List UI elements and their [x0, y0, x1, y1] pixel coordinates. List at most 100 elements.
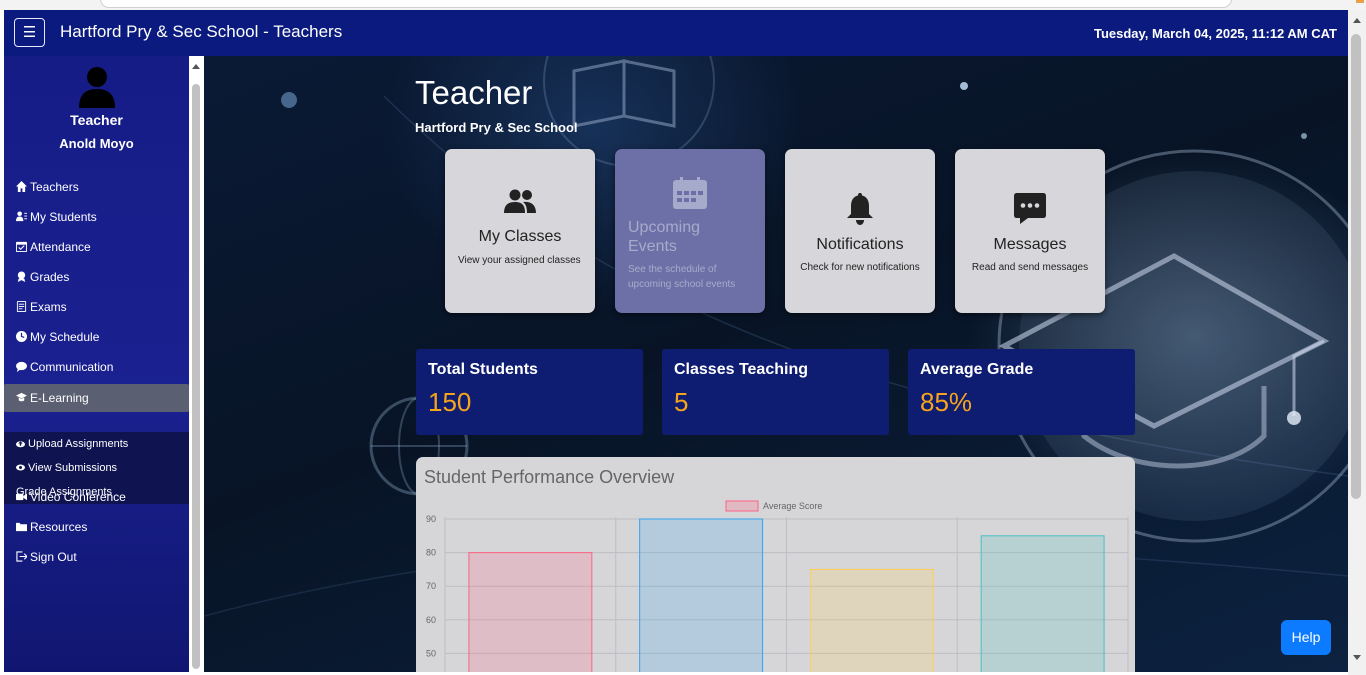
user-name: Anold Moyo [59, 136, 134, 151]
stat-label: Classes Teaching [674, 361, 808, 378]
folder-icon [16, 522, 27, 532]
card-title: Messages [993, 236, 1067, 253]
y-tick-label: 60 [426, 615, 436, 625]
legend-swatch [725, 500, 759, 512]
app-window: ☰ Hartford Pry & Sec School - Teachers T… [4, 10, 1348, 672]
sidebar-item-label: Teachers [30, 180, 79, 194]
scroll-up-arrow-icon[interactable] [192, 64, 200, 69]
hamburger-icon: ☰ [22, 24, 37, 41]
sidebar-item-attendance[interactable]: Attendance [4, 233, 189, 261]
sidebar: Teacher Anold Moyo Teachers My Students … [4, 56, 189, 672]
upload-cloud-icon [16, 441, 25, 448]
award-icon [17, 271, 26, 282]
card-description: Check for new notifications [800, 262, 920, 273]
sidebar-item-my-schedule[interactable]: My Schedule [4, 323, 189, 351]
bell-icon [785, 193, 935, 230]
stat-value: 85% [920, 387, 973, 417]
graduation-cap-icon [16, 392, 27, 402]
sign-out-icon [16, 551, 28, 562]
card-messages[interactable]: Messages Read and send messages [955, 149, 1105, 313]
legend-label: Average Score [763, 501, 822, 511]
card-title: My Classes [478, 228, 562, 245]
stat-average-grade: Average Grade 85% [908, 349, 1135, 435]
card-title: Notifications [816, 236, 904, 253]
chart-bar [468, 552, 593, 672]
submenu-view-submissions[interactable]: View Submissions [16, 462, 117, 474]
stat-classes-teaching: Classes Teaching 5 [662, 349, 889, 435]
sidebar-item-e-learning[interactable]: E-Learning [4, 384, 189, 412]
card-title: Upcoming Events [628, 219, 701, 255]
performance-chart: Average Score 90 80 70 60 50 [426, 500, 1129, 672]
chart-bar [809, 568, 934, 672]
sidebar-item-label: My Schedule [30, 330, 100, 344]
users-icon [16, 211, 27, 222]
current-datetime: Tuesday, March 04, 2025, 11:12 AM CAT [1093, 26, 1337, 41]
main-content: Teacher Hartford Pry & Sec School My Cla… [204, 56, 1348, 672]
sidebar-item-label: Attendance [30, 240, 91, 254]
file-icon [16, 301, 27, 312]
sidebar-item-video-conference[interactable]: Video Conference [4, 483, 189, 511]
user-avatar-icon [79, 67, 115, 108]
scrollbar-thumb[interactable] [192, 84, 200, 669]
stat-value: 5 [674, 387, 689, 417]
calendar-check-icon [16, 241, 27, 252]
home-icon [16, 181, 27, 192]
video-icon [16, 493, 27, 501]
performance-chart-card: Student Performance Overview Average Sco… [416, 457, 1135, 672]
users-icon [445, 189, 595, 220]
card-upcoming-events[interactable]: Upcoming Events See the schedule of upco… [615, 149, 765, 313]
help-button[interactable]: Help [1281, 620, 1331, 655]
stat-value: 150 [428, 387, 472, 417]
clock-icon [16, 331, 27, 342]
page-scrollbar[interactable] [1348, 10, 1366, 675]
scroll-down-arrow-icon[interactable] [1353, 655, 1361, 660]
stat-total-students: Total Students 150 [416, 349, 643, 435]
card-my-classes[interactable]: My Classes View your assigned classes [445, 149, 595, 313]
card-notifications[interactable]: Notifications Check for new notification… [785, 149, 935, 313]
sidebar-item-sign-out[interactable]: Sign Out [4, 543, 189, 571]
menu-toggle-button[interactable]: ☰ [14, 18, 45, 47]
browser-address-strip [0, 0, 1366, 10]
card-description: Read and send messages [971, 262, 1089, 273]
y-tick-label: 50 [426, 648, 436, 658]
sidebar-item-resources[interactable]: Resources [4, 513, 189, 541]
browser-indicator [1356, 0, 1364, 3]
chart-bar [980, 535, 1105, 672]
eye-icon [16, 464, 25, 471]
stat-label: Average Grade [920, 361, 1034, 378]
sidebar-item-my-students[interactable]: My Students [4, 203, 189, 231]
sidebar-item-label: Communication [30, 360, 114, 374]
sidebar-item-communication[interactable]: Communication [4, 353, 189, 381]
sidebar-item-label: E-Learning [30, 391, 89, 405]
sidebar-item-label: Exams [30, 300, 67, 314]
app-title: Hartford Pry & Sec School - Teachers [60, 22, 343, 41]
chart-bar [639, 518, 764, 672]
sidebar-item-label: Sign Out [30, 550, 77, 564]
school-name: Hartford Pry & Sec School [415, 120, 578, 135]
top-header: ☰ Hartford Pry & Sec School - Teachers T… [4, 10, 1348, 56]
card-description: View your assigned classes [458, 255, 581, 266]
sidebar-item-exams[interactable]: Exams [4, 293, 189, 321]
sidebar-item-grades[interactable]: Grades [4, 263, 189, 291]
y-tick-label: 70 [426, 581, 436, 591]
sidebar-item-label: Video Conference [30, 490, 126, 504]
user-role: Teacher [70, 112, 123, 128]
submenu-label: View Submissions [28, 462, 118, 474]
address-bar[interactable] [100, 0, 1232, 8]
sidebar-item-label: Resources [30, 520, 88, 534]
page-title: Teacher [415, 74, 533, 111]
page-scrollbar-thumb[interactable] [1351, 34, 1361, 499]
stat-label: Total Students [428, 361, 538, 378]
sidebar-scrollbar[interactable] [189, 56, 204, 672]
sidebar-item-label: My Students [30, 210, 97, 224]
sidebar-item-label: Grades [30, 270, 70, 284]
chat-icon [16, 361, 27, 372]
scroll-up-arrow-icon[interactable] [1353, 18, 1361, 23]
y-tick-label: 90 [426, 514, 436, 524]
sidebar-item-teachers[interactable]: Teachers [4, 173, 189, 201]
submenu-upload-assignments[interactable]: Upload Assignments [16, 438, 128, 450]
card-description: See the schedule of upcoming school even… [628, 264, 736, 290]
y-tick-label: 80 [426, 548, 436, 558]
calendar-icon [615, 177, 765, 214]
message-icon [955, 193, 1105, 230]
